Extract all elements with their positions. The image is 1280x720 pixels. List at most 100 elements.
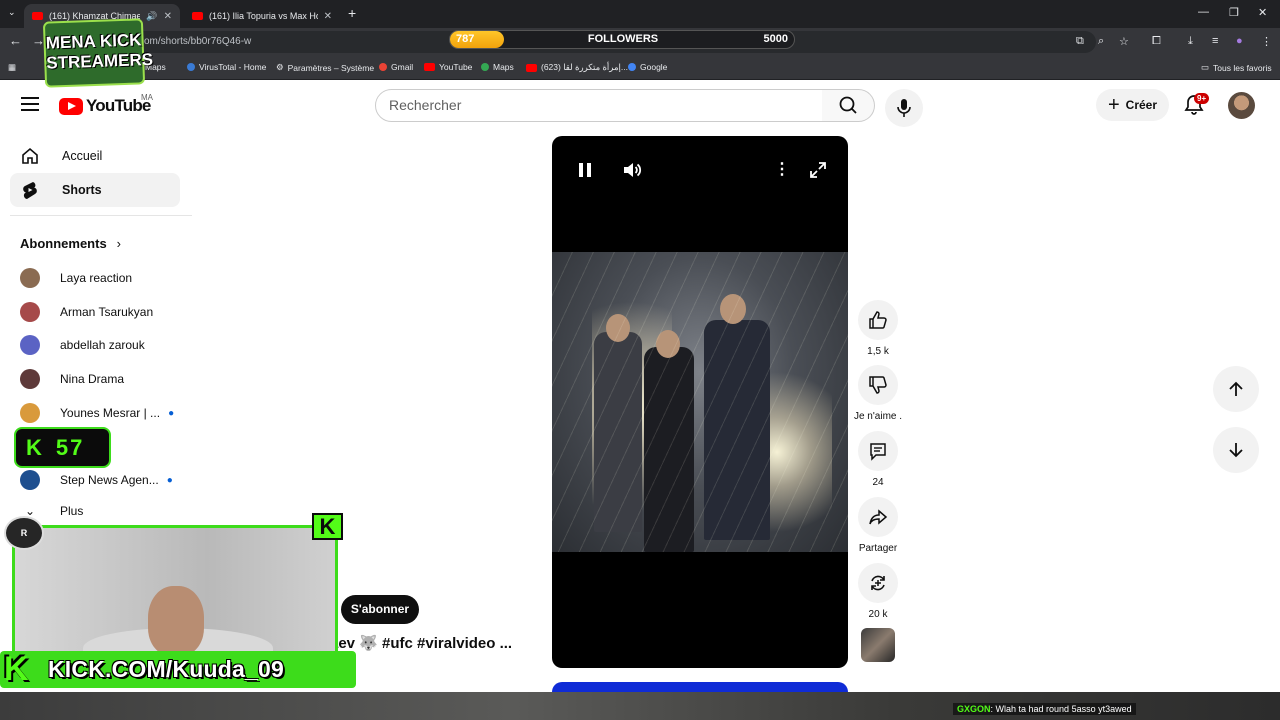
bookmark-virustotal[interactable]: VirusTotal - Home [187,62,266,72]
previous-short-button[interactable] [1213,366,1259,412]
youtube-favicon-icon [192,12,203,20]
search-input[interactable]: Rechercher [375,89,823,122]
plus-icon: + [1107,94,1120,116]
profile-icon[interactable]: ● [1236,35,1243,47]
subscription-item[interactable]: Nina Drama [20,369,124,389]
menu-icon[interactable]: ⋮ [1261,35,1272,48]
shorts-video-player[interactable]: ⋮ [552,136,848,668]
country-code: MA [141,93,153,102]
kick-logo-icon: K [312,513,343,540]
short-title[interactable]: aev 🐺 #ufc #viralvideo ... [330,634,512,652]
reading-list-icon[interactable]: ≡ [1212,35,1218,47]
volume-icon[interactable] [622,160,642,180]
back-icon[interactable]: ← [9,33,22,48]
subscription-item[interactable]: Laya reaction [20,268,132,288]
remix-action[interactable]: 20 k [858,563,898,620]
home-icon [22,147,38,164]
extensions-icon[interactable]: ⧠ [1152,35,1161,48]
followers-goal: 5000 [763,33,788,45]
download-icon[interactable]: ⤓ [1188,35,1193,48]
close-icon[interactable]: ✕ [164,11,172,22]
all-bookmarks[interactable]: ▭ Tous les favoris [1201,62,1272,73]
arrow-up-icon [1229,381,1243,396]
dislike-label: Je n'aime . [853,411,903,422]
tab-topuria[interactable]: (161) Ilia Topuria vs Max Hollow ✕ [184,4,340,28]
channel-avatar [20,403,40,423]
remix-icon [871,575,885,591]
video-frame [552,252,848,552]
tab-search-icon[interactable]: ⌄ [8,7,16,18]
zoom-icon[interactable]: ⌕ [1098,35,1104,48]
subscription-item[interactable]: Younes Mesrar | ... ● [20,403,174,423]
folder-icon: ▭ [1201,62,1210,72]
youtube-logo[interactable]: YouTube [59,96,151,116]
sidebar-item-shorts[interactable]: Shorts [10,173,180,207]
create-button[interactable]: + Créer [1096,89,1169,121]
channel-avatar [20,470,40,490]
cast-icon[interactable]: ⧉ [1076,35,1084,48]
fullscreen-icon[interactable] [809,161,827,179]
channel-seal-logo: R [4,516,44,550]
youtube-icon [526,63,537,72]
search-icon [839,96,857,114]
kick-url-banner: K KICK.COM/Kuuda_09 [0,651,356,688]
more-options-icon[interactable]: ⋮ [774,159,790,179]
comment-count: 24 [872,477,884,488]
channel-avatar [20,335,40,355]
followers-goal-bar: 787 FOLLOWERS 5000 [449,30,795,49]
bookmark-video[interactable]: (623) إمرأة متكررة لقا... [526,62,628,73]
gmail-icon [379,63,387,71]
star-icon[interactable]: ☆ [1119,35,1129,48]
microphone-icon [897,99,911,117]
viewer-count: 57 [55,435,85,460]
chat-message: GXGON: Wlah ta had round 5asso yt3awed [953,703,1136,715]
bookmark-settings[interactable]: ⚙ Paramètres – Système [276,62,374,73]
like-button[interactable] [858,300,898,340]
avatar[interactable] [1228,92,1255,119]
new-tab-icon[interactable]: + [348,5,356,21]
kick-url-text: KICK.COM/Kuuda_09 [48,656,284,682]
subscription-item[interactable]: Step News Agen... ● [20,470,173,490]
bookmark-google[interactable]: Google [628,62,667,72]
subscriptions-header[interactable]: Abonnements › [20,236,121,251]
arrow-down-icon [1229,443,1243,458]
share-action[interactable]: Partager [858,497,898,554]
subscription-item[interactable]: Arman Tsarukyan [20,302,153,322]
dislike-button[interactable] [858,365,898,405]
close-window-icon[interactable]: ✕ [1258,6,1267,19]
bookmark-gmail[interactable]: Gmail [379,62,413,72]
restore-icon[interactable]: ❐ [1229,6,1239,19]
bookmark-maps-2[interactable]: Maps [481,62,514,72]
notification-badge: 9+ [1194,93,1210,104]
bookmark-youtube[interactable]: YouTube [424,62,472,72]
remix-button[interactable] [858,563,898,603]
comments-button[interactable] [858,431,898,471]
minimize-icon[interactable]: — [1198,6,1209,18]
browser-tab-strip: ⌄ (161) Khamzat Chimaev 🐺 🔊 ✕ (161) Ilia… [0,0,1280,28]
like-action[interactable]: 1,5 k [858,300,898,357]
comment-icon [870,443,886,461]
voice-search-button[interactable] [885,89,923,127]
sidebar-item-home[interactable]: Accueil [10,139,180,173]
pause-icon[interactable] [578,162,592,178]
sidebar-item-label: Accueil [62,149,103,163]
kick-k-icon: K [4,650,29,688]
share-button[interactable] [858,497,898,537]
sound-thumbnail[interactable] [861,628,895,662]
subscribe-button[interactable]: S'abonner [341,595,419,624]
tab-title: (161) Ilia Topuria vs Max Hollow [209,11,318,21]
thumbs-down-icon [869,376,887,394]
mena-kick-streamers-logo: MENA KICK STREAMERS [42,18,153,88]
audio-icon[interactable]: 🔊 [146,11,157,22]
apps-icon[interactable]: ▦ [8,62,16,73]
subscription-item[interactable]: abdellah zarouk [20,335,145,355]
next-short-button[interactable] [1213,427,1259,473]
streamer-webcam [12,525,338,668]
comments-action[interactable]: 24 [858,431,898,488]
search-button[interactable] [822,89,875,122]
kick-k-icon: K [26,435,44,460]
dislike-action[interactable]: Je n'aime . [854,365,902,422]
channel-avatar [20,369,40,389]
close-icon[interactable]: ✕ [324,11,332,22]
hamburger-menu-icon[interactable] [21,97,39,111]
